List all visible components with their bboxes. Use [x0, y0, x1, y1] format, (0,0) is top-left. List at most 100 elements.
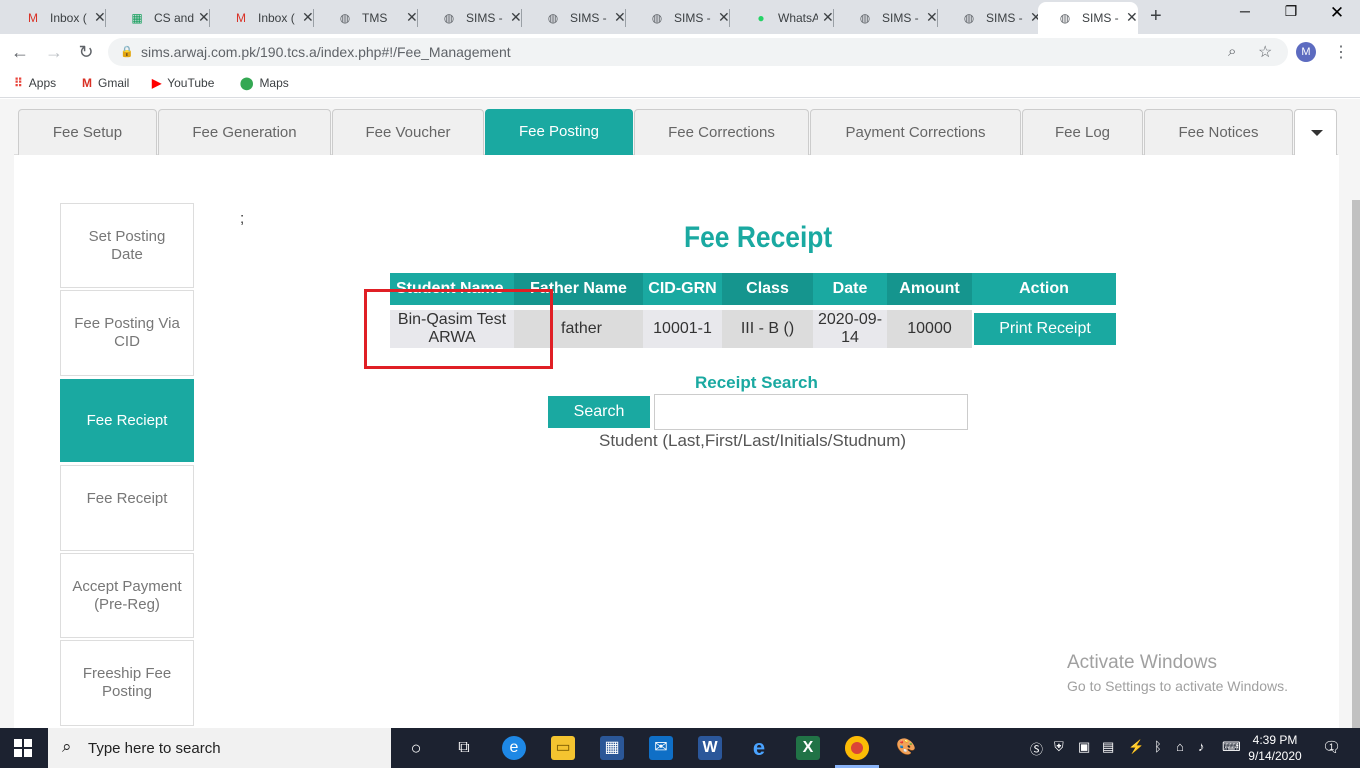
volume-icon[interactable]: ♪ [1198, 739, 1205, 754]
close-tab-icon[interactable]: ✕ [822, 9, 834, 26]
close-tab-icon[interactable]: ✕ [1126, 9, 1138, 26]
close-tab-icon[interactable]: ✕ [926, 9, 938, 26]
close-tab-icon[interactable]: ✕ [614, 9, 626, 26]
tab-fee-corrections[interactable]: Fee Corrections [634, 109, 809, 155]
globe-icon: ◍ [443, 11, 455, 25]
close-tab-icon[interactable]: ✕ [718, 9, 730, 26]
browser-tab[interactable]: ◍ TMS ✕ [318, 5, 418, 31]
browser-tab[interactable]: M Inbox (✕ [6, 5, 106, 31]
browser-tab-strip: M Inbox (✕ ▦ CS and ✕ M Inbox (✕ ◍ TMS ✕ ◍ SIMS - ✕ ◍… [0, 0, 1360, 34]
tab-fee-posting[interactable]: Fee Posting [485, 109, 633, 155]
edge-icon[interactable]: e [502, 736, 526, 760]
defender-icon[interactable]: ⛨ [1054, 739, 1064, 755]
tab-fee-log[interactable]: Fee Log [1022, 109, 1143, 155]
tab-payment-corrections[interactable]: Payment Corrections [810, 109, 1021, 155]
lock-icon: 🔒 [120, 46, 134, 58]
tab-separator [521, 9, 522, 27]
wifi-icon[interactable]: ⌂ [1176, 739, 1184, 754]
notification-center-icon[interactable]: 🗨 1 [1322, 738, 1341, 756]
browser-tab[interactable]: ● WhatsA ✕ [734, 5, 834, 31]
browser-tab[interactable]: ▦ CS and ✕ [110, 5, 210, 31]
back-button[interactable]: ← [10, 42, 30, 62]
internet-explorer-icon[interactable]: e [747, 736, 771, 760]
sidebar-item-fee-posting-via-cid[interactable]: Fee Posting Via CID [60, 290, 194, 376]
page-viewport: Fee Setup Fee Generation Fee Voucher Fee… [0, 99, 1360, 730]
cortana-icon[interactable]: ○ [404, 736, 428, 760]
bookmark-gmail[interactable]: M Gmail [82, 76, 129, 90]
language-icon[interactable]: ⌨ [1222, 739, 1241, 755]
forward-button[interactable]: → [44, 42, 64, 62]
close-window-button[interactable]: ✕ [1322, 3, 1352, 23]
zoom-icon[interactable]: ⌕ [1228, 43, 1236, 60]
address-bar[interactable]: 🔒 sims.arwaj.com.pk/190.tcs.a/index.php#… [108, 38, 1288, 66]
column-header: Date [813, 273, 887, 305]
reload-button[interactable]: ↻ [76, 42, 96, 62]
browser-tab[interactable]: ◍ SIMS - ✕ [422, 5, 522, 31]
paint-icon[interactable]: 🎨 [894, 736, 918, 760]
browser-tab[interactable]: ◍ SIMS - ✕ [942, 5, 1042, 31]
task-view-icon[interactable]: ⧉ [452, 736, 476, 760]
close-tab-icon[interactable]: ✕ [510, 9, 522, 26]
tab-fee-notices[interactable]: Fee Notices [1144, 109, 1293, 155]
store-icon[interactable]: ▦ [600, 736, 624, 760]
column-header: Class [722, 273, 813, 305]
sidebar-item-set-posting-date[interactable]: Set Posting Date [60, 203, 194, 288]
restore-button[interactable]: ❐ [1276, 3, 1306, 20]
browser-tab-title: SIMS - [674, 11, 711, 25]
column-header: Action [972, 273, 1116, 305]
close-tab-icon[interactable]: ✕ [406, 9, 418, 26]
caret-down-icon [1311, 130, 1323, 136]
tab-fee-generation[interactable]: Fee Generation [158, 109, 331, 155]
browser-tab[interactable]: M Inbox (✕ [214, 5, 314, 31]
bookmark-apps[interactable]: ⠿ Apps [14, 76, 56, 90]
globe-icon: ◍ [339, 11, 351, 25]
tray-app-icon[interactable]: ▤ [1102, 739, 1114, 755]
close-tab-icon[interactable]: ✕ [198, 9, 210, 26]
sidebar-item-fee-reciept[interactable]: Fee Reciept [60, 379, 194, 462]
mail-icon[interactable]: ✉ [649, 736, 673, 760]
browser-tab[interactable]: ◍ SIMS - ✕ [526, 5, 626, 31]
print-receipt-button[interactable]: Print Receipt [974, 313, 1116, 345]
sidebar-item-accept-payment[interactable]: Accept Payment (Pre-Reg) [60, 553, 194, 638]
tab-separator [729, 9, 730, 27]
page-scrollbar[interactable] [1352, 200, 1360, 730]
taskbar-search-box[interactable]: ⌕ Type here to search [48, 728, 391, 768]
bookmark-star-icon[interactable]: ☆ [1258, 42, 1272, 62]
network-icon[interactable]: ⚡ [1128, 739, 1144, 755]
word-icon[interactable]: W [698, 736, 722, 760]
sidebar-item-freeship-fee-posting[interactable]: Freeship Fee Posting [60, 640, 194, 726]
browser-tab[interactable]: ◍ SIMS - ✕ [630, 5, 730, 31]
more-tabs-dropdown[interactable] [1294, 109, 1337, 155]
excel-icon[interactable]: X [796, 736, 820, 760]
cell-cid-grn: 10001-1 [643, 310, 722, 348]
browser-menu-icon[interactable]: ⋮ [1333, 42, 1349, 62]
tab-fee-voucher[interactable]: Fee Voucher [332, 109, 484, 155]
globe-icon: ◍ [1059, 11, 1071, 25]
system-clock[interactable]: 4:39 PM 9/14/2020 [1248, 732, 1302, 764]
receipt-search-input[interactable] [654, 394, 968, 430]
gmail-icon: M [82, 76, 92, 90]
chrome-icon[interactable] [845, 736, 869, 760]
whatsapp-icon: ● [757, 11, 765, 25]
close-tab-icon[interactable]: ✕ [94, 9, 106, 26]
clock-date: 9/14/2020 [1248, 749, 1302, 763]
watermark-subtitle: Go to Settings to activate Windows. [1067, 678, 1288, 694]
minimize-button[interactable]: ─ [1230, 3, 1260, 19]
bluetooth-icon[interactable]: ᛒ [1154, 739, 1162, 754]
profile-avatar[interactable]: M [1296, 42, 1316, 62]
tab-fee-setup[interactable]: Fee Setup [18, 109, 157, 155]
bookmark-maps[interactable]: ⬤ Maps [240, 76, 289, 90]
bookmark-youtube[interactable]: ▶ YouTube [152, 76, 214, 90]
clock-time: 4:39 PM [1252, 733, 1298, 747]
close-tab-icon[interactable]: ✕ [302, 9, 314, 26]
windows-start-icon[interactable] [14, 739, 32, 757]
browser-toolbar: ← → ↻ 🔒 sims.arwaj.com.pk/190.tcs.a/inde… [0, 34, 1360, 70]
search-button[interactable]: Search [548, 396, 650, 428]
browser-tab[interactable]: ◍ SIMS - ✕ [1038, 2, 1138, 34]
new-tab-button[interactable]: + [1150, 5, 1162, 28]
skype-icon[interactable]: Ⓢ [1030, 739, 1043, 758]
sidebar-item-fee-receipt[interactable]: Fee Receipt [60, 465, 194, 551]
tray-app-icon[interactable]: ▣ [1078, 739, 1090, 755]
file-explorer-icon[interactable]: ▭ [551, 736, 575, 760]
browser-tab[interactable]: ◍ SIMS - ✕ [838, 5, 938, 31]
